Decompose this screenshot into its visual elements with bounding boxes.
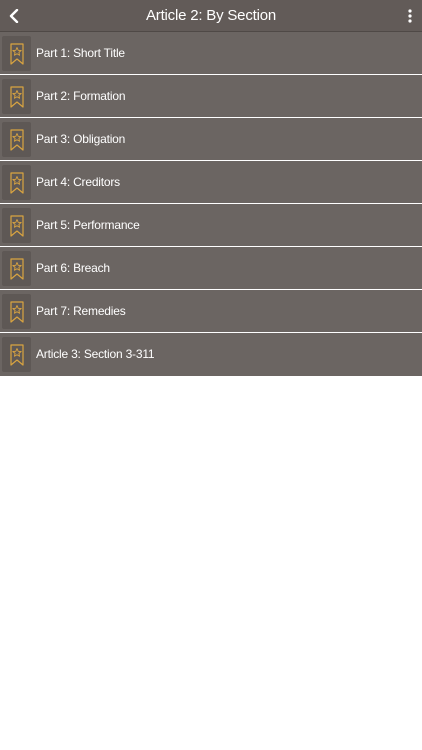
bookmark-star-icon xyxy=(9,343,24,366)
list-item[interactable]: Part 1: Short Title xyxy=(0,32,422,75)
bookmark-star-icon xyxy=(9,300,24,323)
app-screen: Article 2: By Section Part 1: Short Titl… xyxy=(0,0,422,750)
list-item[interactable]: Part 3: Obligation xyxy=(0,118,422,161)
bookmark-star-icon xyxy=(9,128,24,151)
list-item[interactable]: Part 6: Breach xyxy=(0,247,422,290)
bookmark-button[interactable] xyxy=(2,208,31,243)
chevron-left-icon xyxy=(9,9,19,23)
bookmark-star-icon xyxy=(9,257,24,280)
list-item-label: Part 3: Obligation xyxy=(36,132,126,146)
list-item-label: Part 5: Performance xyxy=(36,218,140,232)
list-item[interactable]: Part 7: Remedies xyxy=(0,290,422,333)
list-item-label: Part 1: Short Title xyxy=(36,46,125,60)
section-list: Part 1: Short Title Part 2: Formation Pa… xyxy=(0,32,422,376)
bookmark-button[interactable] xyxy=(2,36,31,71)
bookmark-button[interactable] xyxy=(2,251,31,286)
top-bar: Article 2: By Section xyxy=(0,0,422,32)
bookmark-star-icon xyxy=(9,171,24,194)
bookmark-button[interactable] xyxy=(2,122,31,157)
bookmark-star-icon xyxy=(9,85,24,108)
list-item[interactable]: Part 2: Formation xyxy=(0,75,422,118)
bookmark-button[interactable] xyxy=(2,294,31,329)
bookmark-star-icon xyxy=(9,42,24,65)
list-item-label: Article 3: Section 3-311 xyxy=(36,347,155,361)
more-menu-button[interactable] xyxy=(402,0,418,32)
list-item-label: Part 2: Formation xyxy=(36,89,126,103)
bookmark-button[interactable] xyxy=(2,165,31,200)
bookmark-button[interactable] xyxy=(2,337,31,372)
list-item[interactable]: Article 3: Section 3-311 xyxy=(0,333,422,376)
more-vertical-icon xyxy=(408,9,412,23)
page-title: Article 2: By Section xyxy=(145,7,277,24)
list-item[interactable]: Part 4: Creditors xyxy=(0,161,422,204)
back-button[interactable] xyxy=(0,0,28,32)
list-item-label: Part 4: Creditors xyxy=(36,175,120,189)
bookmark-button[interactable] xyxy=(2,79,31,114)
bookmark-star-icon xyxy=(9,214,24,237)
list-item-label: Part 6: Breach xyxy=(36,261,110,275)
list-item-label: Part 7: Remedies xyxy=(36,304,126,318)
list-item[interactable]: Part 5: Performance xyxy=(0,204,422,247)
